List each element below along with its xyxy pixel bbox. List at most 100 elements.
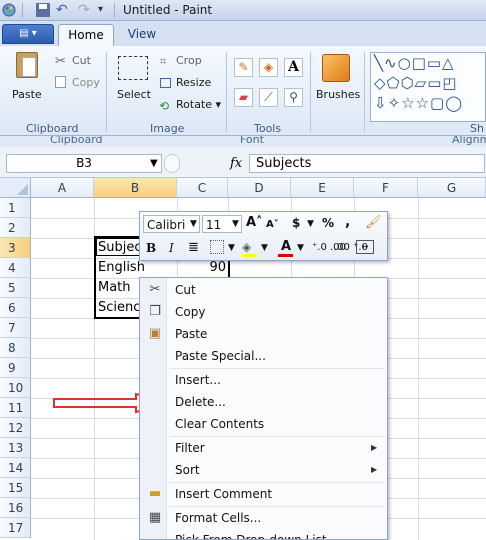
cut-button[interactable]: Cut [72, 54, 91, 67]
accounting-format-dropdown-icon[interactable]: ▼ [307, 215, 314, 233]
column-header-d[interactable]: D [228, 178, 291, 198]
row-header[interactable]: 8 [0, 338, 31, 358]
undo-icon[interactable]: ↶ [56, 3, 70, 17]
row-header[interactable]: 16 [0, 498, 31, 518]
row-header[interactable]: 4 [0, 258, 31, 278]
font-name-dropdown-icon[interactable]: ▼ [190, 215, 197, 233]
row-header[interactable]: 3 [0, 238, 31, 258]
menu-item-insert[interactable]: Insert... [141, 369, 386, 391]
menu-item-clear-contents[interactable]: Clear Contents [141, 413, 386, 435]
crop-button[interactable]: Crop [176, 54, 202, 67]
percent-style-icon[interactable]: % [322, 214, 334, 232]
select-icon[interactable] [118, 56, 148, 80]
menu-item-insert-comment[interactable]: ▬ Insert Comment [141, 483, 386, 505]
brushes-icon[interactable] [322, 54, 350, 82]
copy-button[interactable]: Copy [72, 76, 100, 89]
menu-item-format-cells[interactable]: ▦ Format Cells... [141, 507, 386, 529]
grow-font-icon[interactable]: A˄ [246, 214, 263, 232]
insert-function-icon[interactable]: fx [230, 154, 242, 173]
cut-icon[interactable]: ✂ [55, 54, 66, 69]
color-picker-icon[interactable]: ⟋ [259, 88, 278, 107]
row-header[interactable]: 9 [0, 358, 31, 378]
row-header[interactable]: 10 [0, 378, 31, 398]
fill-color-dropdown-icon[interactable]: ▼ [261, 239, 268, 257]
eraser-icon[interactable]: ▰ [234, 88, 253, 107]
paste-button[interactable]: Paste [12, 88, 42, 101]
column-header-f[interactable]: F [354, 178, 418, 198]
formula-bar-expander[interactable] [164, 154, 180, 173]
column-header-c[interactable]: C [177, 178, 228, 198]
menu-item-label: Cut [175, 283, 196, 297]
fill-color-swatch [242, 254, 257, 257]
font-color-dropdown-icon[interactable]: ▼ [297, 239, 304, 257]
save-icon[interactable] [36, 3, 50, 17]
magnifier-icon[interactable]: ⚲ [284, 88, 303, 107]
borders-icon[interactable] [210, 240, 224, 254]
gridline [418, 198, 419, 540]
column-header-g[interactable]: G [418, 178, 486, 198]
paint-menu-button[interactable]: ▤ ▾ [2, 24, 54, 44]
active-cell-outline [96, 238, 143, 256]
row-header[interactable]: 17 [0, 518, 31, 538]
italic-icon[interactable]: I [169, 239, 174, 257]
column-header-e[interactable]: E [291, 178, 354, 198]
center-align-icon[interactable]: ≣ [188, 239, 199, 257]
shapes-group-label: Sh [470, 122, 484, 135]
row-header[interactable]: 2 [0, 218, 31, 238]
row-header[interactable]: 15 [0, 478, 31, 498]
shapes-gallery[interactable]: ╲∿○□▭△ ◇⬠⬡▱▭◰ ⇩✧☆☆▢◯ [370, 52, 486, 122]
menu-item-paste-special[interactable]: Paste Special... [141, 345, 386, 367]
menu-item-paste[interactable]: ▣ Paste [141, 323, 386, 345]
row-header[interactable]: 14 [0, 458, 31, 478]
format-cells-icon: ▦ [148, 510, 162, 525]
brushes-button[interactable]: Brushes [316, 88, 360, 101]
name-box-dropdown-icon[interactable]: ▼ [150, 154, 158, 173]
fill-with-color-icon[interactable]: ◈ [259, 58, 278, 77]
resize-icon[interactable] [160, 78, 171, 88]
column-header-b[interactable]: B [94, 178, 177, 198]
menu-item-pick-from-list[interactable]: Pick From Drop-down List... [141, 529, 386, 539]
resize-button[interactable]: Resize [176, 76, 211, 89]
bold-icon[interactable]: B [146, 239, 156, 257]
row-header[interactable]: 5 [0, 278, 31, 298]
customize-quick-access-icon[interactable]: ▾ [98, 3, 112, 17]
shrink-font-icon[interactable]: A˅ [266, 216, 279, 234]
menu-item-cut[interactable]: ✂ Cut [141, 279, 386, 301]
comma-style-icon[interactable]: , [345, 213, 350, 231]
text-icon[interactable]: A [284, 58, 303, 77]
name-box[interactable]: B3 [6, 154, 162, 173]
menu-item-label: Paste [175, 327, 208, 341]
format-painter-icon[interactable]: 🖌 [365, 214, 382, 232]
excel-clipboard-label: Clipboard [50, 136, 103, 146]
pencil-icon[interactable]: ✎ [234, 58, 253, 77]
paint-app-icon[interactable] [2, 3, 16, 17]
rotate-icon[interactable]: ⟲ [159, 99, 169, 113]
menu-item-sort[interactable]: Sort ▶ [141, 459, 386, 481]
row-header[interactable]: 6 [0, 298, 31, 318]
tab-view[interactable]: View [118, 24, 166, 46]
font-size-dropdown-icon[interactable]: ▼ [232, 215, 239, 233]
merge-center-icon[interactable]: ↔ [356, 240, 374, 254]
group-divider [310, 52, 311, 132]
formula-input[interactable]: Subjects [249, 154, 485, 173]
clipboard-group-label: Clipboard [26, 122, 79, 135]
tab-home[interactable]: Home [58, 24, 114, 46]
menu-item-delete[interactable]: Delete... [141, 391, 386, 413]
copy-icon[interactable] [55, 76, 66, 88]
accounting-format-icon[interactable]: $ [292, 214, 300, 232]
paste-icon[interactable] [16, 52, 38, 78]
select-all-corner[interactable] [0, 178, 31, 198]
menu-item-filter[interactable]: Filter ▶ [141, 437, 386, 459]
row-header[interactable]: 1 [0, 198, 31, 218]
menu-item-copy[interactable]: ❐ Copy [141, 301, 386, 323]
row-header[interactable]: 13 [0, 438, 31, 458]
crop-icon[interactable]: ⌗ [160, 55, 166, 69]
row-header[interactable]: 12 [0, 418, 31, 438]
rotate-button[interactable]: Rotate ▾ [176, 98, 221, 111]
redo-icon[interactable]: ↷ [78, 3, 92, 17]
select-button[interactable]: Select [117, 88, 151, 101]
row-header[interactable]: 7 [0, 318, 31, 338]
column-header-a[interactable]: A [31, 178, 94, 198]
borders-dropdown-icon[interactable]: ▼ [228, 239, 235, 257]
row-header[interactable]: 11 [0, 398, 31, 418]
